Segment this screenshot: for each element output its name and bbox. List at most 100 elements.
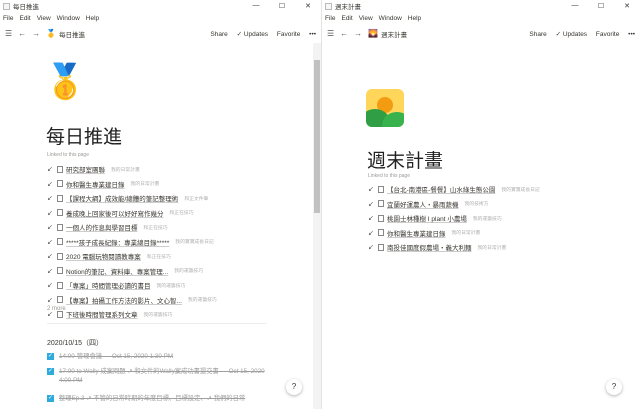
page-doc-icon bbox=[57, 223, 63, 231]
backlink-item[interactable]: ↙ 【專案】拍攝工作方法的影片、文心智... 我的運籌技巧 bbox=[47, 293, 217, 308]
breadcrumb[interactable]: 週末計畫 bbox=[381, 29, 522, 39]
backlink-title[interactable]: *****孩子成長紀錄：專業總目錄***** bbox=[66, 237, 169, 247]
backlink-arrow-icon: ↙ bbox=[368, 244, 374, 252]
backlink-item[interactable]: ↙ *****孩子成長紀錄：專業總目錄***** 我的寶寶成長日記 bbox=[47, 235, 217, 250]
backlink-title[interactable]: 【課程大綱】成效能/總體的筆記整理術 bbox=[66, 193, 178, 203]
backlink-title[interactable]: 一個人的作息與學習目標 bbox=[66, 222, 138, 232]
backlink-title[interactable]: 研究部室團聯 bbox=[66, 164, 105, 174]
menu-view[interactable]: View bbox=[37, 15, 51, 22]
forward-arrow-icon[interactable]: → bbox=[354, 29, 362, 38]
backlink-title[interactable]: 下班後時間管理系列文章 bbox=[66, 309, 138, 319]
backlink-item[interactable]: ↙ 南投佳國度假農場・義大利麵 我的日常計畫 bbox=[368, 240, 540, 255]
backlink-item[interactable]: ↙ Notion的筆記、資料庫、專案管理... 我的運籌技巧 bbox=[47, 264, 217, 279]
page-doc-icon bbox=[57, 296, 63, 304]
backlink-parent: 我的日常計畫 bbox=[477, 245, 507, 251]
backlink-item[interactable]: ↙ 【課程大綱】成效能/總體的筆記整理術 和正文件筆 bbox=[47, 191, 217, 206]
menu-edit[interactable]: Edit bbox=[341, 15, 352, 22]
more-backlinks-button[interactable]: 2 more bbox=[47, 306, 66, 312]
backlink-item[interactable]: ↙ 一個人的作息與學習目標 和正在技巧 bbox=[47, 220, 217, 235]
share-button[interactable]: Share bbox=[529, 31, 546, 38]
backlink-title[interactable]: 【台北-南港區-餐餐】山水綠生態公園 bbox=[387, 184, 495, 194]
backlink-item[interactable]: ↙ 「專案」時間管理必讀的書目 我的運籌技巧 bbox=[47, 278, 217, 293]
updates-button[interactable]: ✓ Updates bbox=[237, 31, 268, 38]
sidebar-toggle-icon[interactable]: ☰ bbox=[327, 29, 334, 38]
checked-checkbox[interactable]: ✓ bbox=[47, 368, 54, 375]
page-icon-sunset[interactable] bbox=[366, 89, 404, 127]
menu-file[interactable]: File bbox=[325, 15, 335, 22]
page-title[interactable]: 週末計畫 bbox=[367, 146, 443, 173]
updates-button[interactable]: ✓ Updates bbox=[556, 31, 587, 38]
backlink-parent: 我的運籌技巧 bbox=[187, 298, 217, 304]
backlink-title[interactable]: 你和醫生專業建日錄 bbox=[66, 179, 125, 189]
backlink-parent: 我的運籌技巧 bbox=[143, 312, 173, 318]
share-button[interactable]: Share bbox=[210, 31, 227, 38]
backlink-title[interactable]: 【專案】拍攝工作方法的影片、文心智... bbox=[66, 295, 182, 305]
backlink-item[interactable]: ↙ 研究部室團聯 我的日常計畫 bbox=[47, 162, 217, 177]
more-options-icon[interactable]: ••• bbox=[628, 31, 635, 38]
maximize-icon[interactable]: ☐ bbox=[588, 2, 614, 10]
menu-file[interactable]: File bbox=[3, 15, 13, 22]
checked-checkbox[interactable]: ✓ bbox=[47, 353, 54, 360]
breadcrumb[interactable]: 每日推進 bbox=[59, 29, 203, 39]
help-button[interactable]: ? bbox=[286, 379, 302, 395]
linked-to-page-label: Linked to this page bbox=[368, 173, 410, 179]
backlink-arrow-icon: ↙ bbox=[368, 186, 374, 194]
back-arrow-icon[interactable]: ← bbox=[18, 29, 26, 38]
menu-view[interactable]: View bbox=[359, 15, 373, 22]
backlink-item[interactable]: ↙ 下班後時間管理系列文章 我的運籌技巧 bbox=[47, 307, 217, 322]
menu-window[interactable]: Window bbox=[57, 15, 80, 22]
menu-window[interactable]: Window bbox=[379, 15, 402, 22]
menu-help[interactable]: Help bbox=[86, 15, 99, 22]
checked-checkbox[interactable]: ✓ bbox=[47, 395, 54, 402]
date-heading[interactable]: 2020/10/15（四） bbox=[47, 338, 103, 348]
todo-item: ✓ 17:00 to Wally 成案問題 ↗ 和文件的Wally案成功書提交書… bbox=[47, 367, 267, 385]
backlink-item[interactable]: ↙ 2020 電腦玩物閱讀教專案 和正在技巧 bbox=[47, 249, 217, 264]
close-icon[interactable]: ✕ bbox=[295, 2, 321, 10]
backlink-title[interactable]: 「專案」時間管理必讀的書目 bbox=[66, 280, 151, 290]
todo-text[interactable]: 17:00 to Wally 成案問題 ↗ 和文件的Wally案成功書提交書 —… bbox=[59, 367, 267, 385]
page-doc-icon bbox=[57, 281, 63, 289]
more-options-icon[interactable]: ••• bbox=[309, 31, 316, 38]
backlink-item[interactable]: ↙ 你和醫生專業建日錄 我的日常計畫 bbox=[368, 226, 540, 241]
backlink-list: ↙ 【台北-南港區-餐餐】山水綠生態公園 我的寶寶成長日記 ↙ 宜蘭好運農人・暴雨蔬機我… bbox=[368, 182, 540, 255]
page-doc-icon bbox=[57, 267, 63, 275]
backlink-title[interactable]: 2020 電腦玩物閱讀教專案 bbox=[66, 251, 141, 261]
backlink-title[interactable]: 你和醫生專業建日錄 bbox=[387, 228, 446, 238]
page-doc-icon bbox=[57, 180, 63, 188]
forward-arrow-icon[interactable]: → bbox=[32, 29, 40, 38]
page-doc-icon bbox=[378, 185, 384, 193]
backlink-title[interactable]: 宜蘭好運農人・暴雨蔬機 bbox=[387, 199, 459, 209]
minimize-icon[interactable]: — bbox=[243, 2, 269, 10]
menu-help[interactable]: Help bbox=[408, 15, 421, 22]
page-title[interactable]: 每日推進 bbox=[46, 122, 122, 149]
back-arrow-icon[interactable]: ← bbox=[340, 29, 348, 38]
backlink-item[interactable]: ↙ 養成晚上回家後可以好好寫作幾分 和正在技巧 bbox=[47, 206, 217, 221]
favorite-button[interactable]: Favorite bbox=[277, 31, 300, 38]
page-doc-icon bbox=[57, 165, 63, 173]
help-button[interactable]: ? bbox=[606, 379, 622, 395]
scrollbar-thumb[interactable] bbox=[314, 60, 320, 213]
scrollbar[interactable] bbox=[313, 43, 321, 409]
backlink-title[interactable]: 養成晚上回家後可以好好寫作幾分 bbox=[66, 208, 164, 218]
favorite-button[interactable]: Favorite bbox=[596, 31, 619, 38]
backlink-title[interactable]: Notion的筆記、資料庫、專案管理... bbox=[66, 266, 168, 276]
check-icon: ✓ bbox=[555, 30, 562, 38]
todo-text[interactable]: 14:00-管理會議 — Oct 15, 2020 1:30 PM bbox=[59, 352, 173, 361]
sidebar-toggle-icon[interactable]: ☰ bbox=[5, 29, 12, 38]
page-icon-medal[interactable]: 🥇 bbox=[44, 62, 86, 102]
close-icon[interactable]: ✕ bbox=[614, 2, 640, 10]
backlink-item[interactable]: ↙ 你和醫生專業建日錄 我的日常計畫 bbox=[47, 177, 217, 192]
backlink-item[interactable]: ↙ 【台北-南港區-餐餐】山水綠生態公園 我的寶寶成長日記 bbox=[368, 182, 540, 197]
backlink-item[interactable]: ↙ 宜蘭好運農人・暴雨蔬機 我的技術方 bbox=[368, 197, 540, 212]
backlink-arrow-icon: ↙ bbox=[368, 200, 374, 208]
backlink-title[interactable]: 桃園士林種樹 I plant 小農場 bbox=[387, 213, 467, 223]
todo-text[interactable]: 整理Ep.3 ↗ 不管的日常時期的年度目標、目標設定、↗ 我們的日常 bbox=[59, 394, 245, 403]
maximize-icon[interactable]: ☐ bbox=[269, 2, 295, 10]
right-window: 週末計畫 — ☐ ✕ File Edit View Window Help ☰ … bbox=[322, 0, 640, 409]
todo-item: ✓ 14:00-管理會議 — Oct 15, 2020 1:30 PM bbox=[47, 352, 277, 361]
backlink-item[interactable]: ↙ 桃園士林種樹 I plant 小農場 我的運籌技巧 bbox=[368, 211, 540, 226]
menu-edit[interactable]: Edit bbox=[19, 15, 30, 22]
backlink-title[interactable]: 南投佳國度假農場・義大利麵 bbox=[387, 242, 472, 252]
minimize-icon[interactable]: — bbox=[562, 2, 588, 10]
app-icon bbox=[325, 2, 332, 10]
